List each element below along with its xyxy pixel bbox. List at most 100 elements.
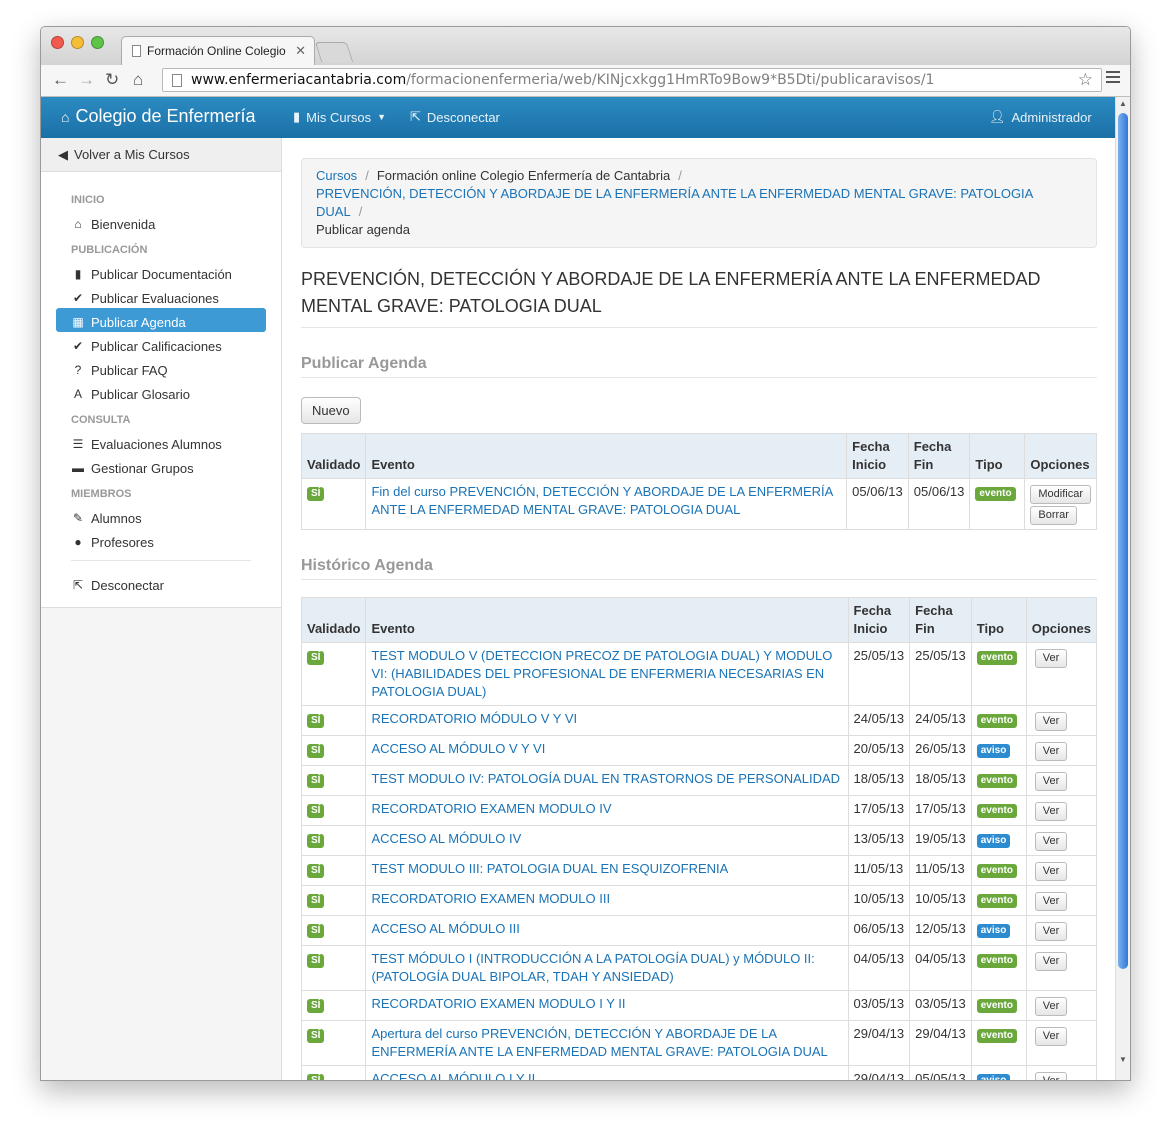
borrar-button[interactable]: Borrar <box>1030 506 1077 525</box>
cell-fecha-inicio: 18/05/13 <box>847 765 910 796</box>
cell-tipo: evento <box>970 855 1027 886</box>
page-scrollbar[interactable]: ▲ ▼ <box>1115 97 1130 1080</box>
sidebar-item-evaluaciones[interactable]: ✔ Publicar Evaluaciones <box>56 284 266 308</box>
cell-tipo: aviso <box>970 735 1027 766</box>
table-row: SÍ TEST MÓDULO I (INTRODUCCIÓN A LA PATOL… <box>301 945 1097 991</box>
cell-fecha-fin: 03/05/13 <box>909 990 972 1021</box>
back-to-courses-link[interactable]: ◀ Volver a Mis Cursos <box>41 138 281 172</box>
cell-evento: TEST MODULO III: PATOLOGIA DUAL EN ESQUI… <box>365 855 849 886</box>
validado-badge: SÍ <box>307 1029 325 1043</box>
ver-button[interactable]: Ver <box>1034 997 1068 1016</box>
sidebar-item-faq[interactable]: ? Publicar FAQ <box>56 356 266 380</box>
cell-fecha-inicio: 04/05/13 <box>847 945 910 991</box>
evento-link[interactable]: ACCESO AL MÓDULO III <box>371 921 519 936</box>
sidebar-item-label: Bienvenida <box>91 216 156 232</box>
col-opciones: Opciones <box>1024 433 1097 479</box>
breadcrumb-cursos-link[interactable]: Cursos <box>316 168 357 183</box>
brand-link[interactable]: ⌂ Colegio de Enfermería <box>61 106 256 127</box>
address-bar[interactable]: www.enfermeriacantabria.com/formacionenf… <box>162 68 1102 92</box>
evento-link[interactable]: Fin del curso PREVENCIÓN, DETECCIÓN Y AB… <box>371 484 832 517</box>
evento-link[interactable]: RECORDATORIO EXAMEN MODULO IV <box>371 801 611 816</box>
sidebar-item-eval-alumnos[interactable]: ☰ Evaluaciones Alumnos <box>56 430 266 454</box>
ver-button[interactable]: Ver <box>1034 1072 1068 1080</box>
evento-link[interactable]: RECORDATORIO EXAMEN MODULO I Y II <box>371 996 625 1011</box>
breadcrumb-curso-link[interactable]: PREVENCIÓN, DETECCIÓN Y ABORDAJE DE LA E… <box>316 186 1033 219</box>
sidebar-item-grupos[interactable]: ▬ Gestionar Grupos <box>56 454 266 478</box>
evento-link[interactable]: ACCESO AL MÓDULO IV <box>371 831 521 846</box>
ver-button[interactable]: Ver <box>1034 892 1068 911</box>
section-heading-miembros: MIEMBROS <box>71 488 132 500</box>
scrollbar-thumb[interactable] <box>1118 113 1128 969</box>
nuevo-button[interactable]: Nuevo <box>301 397 361 424</box>
sidebar-item-desconectar[interactable]: ⇱ Desconectar <box>56 571 266 595</box>
ver-button[interactable]: Ver <box>1034 772 1068 791</box>
mis-cursos-dropdown[interactable]: ▮ Mis Cursos ▼ <box>293 109 386 125</box>
evento-link[interactable]: TEST MODULO V (DETECCION PRECOZ DE PATOL… <box>371 648 832 699</box>
sidebar-item-agenda[interactable]: ▦ Publicar Agenda <box>56 308 266 332</box>
home-icon[interactable]: ⌂ <box>133 70 143 90</box>
sidebar-item-label: Publicar Evaluaciones <box>91 290 219 306</box>
scroll-up-arrow-icon[interactable]: ▲ <box>1119 99 1127 108</box>
bookmark-star-icon[interactable]: ☆ <box>1078 70 1093 90</box>
desconectar-link[interactable]: ⇱ Desconectar <box>410 109 500 125</box>
new-tab-button[interactable] <box>314 42 354 62</box>
scroll-down-arrow-icon[interactable]: ▼ <box>1119 1055 1127 1064</box>
evento-link[interactable]: RECORDATORIO EXAMEN MODULO III <box>371 891 610 906</box>
sidebar-item-calificaciones[interactable]: ✔ Publicar Calificaciones <box>56 332 266 356</box>
sidebar-item-label: Evaluaciones Alumnos <box>91 436 222 452</box>
tipo-badge: evento <box>976 651 1017 665</box>
col-tipo: Tipo <box>970 597 1027 643</box>
ver-button[interactable]: Ver <box>1034 742 1068 761</box>
evento-link[interactable]: TEST MODULO III: PATOLOGIA DUAL EN ESQUI… <box>371 861 728 876</box>
ver-button[interactable]: Ver <box>1034 832 1068 851</box>
minimize-window-button[interactable] <box>71 36 84 49</box>
cell-fecha-inicio: 17/05/13 <box>847 795 910 826</box>
cell-fecha-inicio: 10/05/13 <box>847 885 910 916</box>
browser-window: Formación Online Colegio ✕ ← → ↻ ⌂ www.e… <box>40 26 1131 1081</box>
zoom-window-button[interactable] <box>91 36 104 49</box>
historico-agenda-heading: Histórico Agenda <box>301 557 1097 580</box>
ver-button[interactable]: Ver <box>1034 952 1068 971</box>
ver-button[interactable]: Ver <box>1034 802 1068 821</box>
modificar-button[interactable]: Modificar <box>1030 485 1091 504</box>
back-arrow-icon[interactable]: ← <box>52 70 69 90</box>
ver-button[interactable]: Ver <box>1034 1027 1068 1046</box>
validado-badge: SÍ <box>307 774 325 788</box>
home-icon: ⌂ <box>61 108 70 125</box>
reload-icon[interactable]: ↻ <box>105 70 119 90</box>
cell-tipo: evento <box>970 1020 1027 1066</box>
tipo-badge: aviso <box>976 834 1011 848</box>
close-tab-icon[interactable]: ✕ <box>295 43 306 59</box>
evento-link[interactable]: ACCESO AL MÓDULO V Y VI <box>371 741 545 756</box>
evento-link[interactable]: RECORDATORIO MÓDULO V Y VI <box>371 711 577 726</box>
sidebar-item-glosario[interactable]: A Publicar Glosario <box>56 380 266 404</box>
cell-validado: SÍ <box>301 705 366 736</box>
ver-button[interactable]: Ver <box>1034 922 1068 941</box>
cell-evento: RECORDATORIO MÓDULO V Y VI <box>365 705 849 736</box>
table-header-row: Validado Evento Fecha Inicio Fecha Fin T… <box>301 597 1097 643</box>
evento-link[interactable]: TEST MÓDULO I (INTRODUCCIÓN A LA PATOLOG… <box>371 951 814 984</box>
cell-fecha-fin: 12/05/13 <box>909 915 972 946</box>
forward-arrow-icon[interactable]: → <box>78 70 95 90</box>
ver-button[interactable]: Ver <box>1034 862 1068 881</box>
col-validado: Validado <box>301 597 366 643</box>
pencil-icon: ✎ <box>72 511 84 525</box>
tipo-badge: evento <box>976 999 1017 1013</box>
evento-link[interactable]: TEST MODULO IV: PATOLOGÍA DUAL EN TRASTO… <box>371 771 840 786</box>
tipo-badge: evento <box>976 804 1017 818</box>
ver-button[interactable]: Ver <box>1034 649 1068 668</box>
evento-link[interactable]: Apertura del curso PREVENCIÓN, DETECCIÓN… <box>371 1026 827 1059</box>
briefcase-icon: ▬ <box>72 461 84 475</box>
ver-button[interactable]: Ver <box>1034 712 1068 731</box>
user-menu[interactable]: 👤︎ Administrador <box>989 109 1092 125</box>
browser-tab[interactable]: Formación Online Colegio ✕ <box>121 36 315 65</box>
sidebar-item-alumnos[interactable]: ✎ Alumnos <box>56 504 266 528</box>
close-window-button[interactable] <box>51 36 64 49</box>
evento-link[interactable]: ACCESO AL MÓDULO I Y II <box>371 1071 535 1080</box>
menu-icon[interactable] <box>1106 71 1120 86</box>
col-fecha-inicio: Fecha Inicio <box>846 433 909 479</box>
sidebar-item-documentacion[interactable]: ▮ Publicar Documentación <box>56 260 266 284</box>
sidebar-menu: INICIO ⌂ Bienvenida PUBLICACIÓN ▮ Publicar… <box>41 172 281 608</box>
sidebar-item-profesores[interactable]: ● Profesores <box>56 528 266 552</box>
sidebar-item-bienvenida[interactable]: ⌂ Bienvenida <box>56 210 266 234</box>
